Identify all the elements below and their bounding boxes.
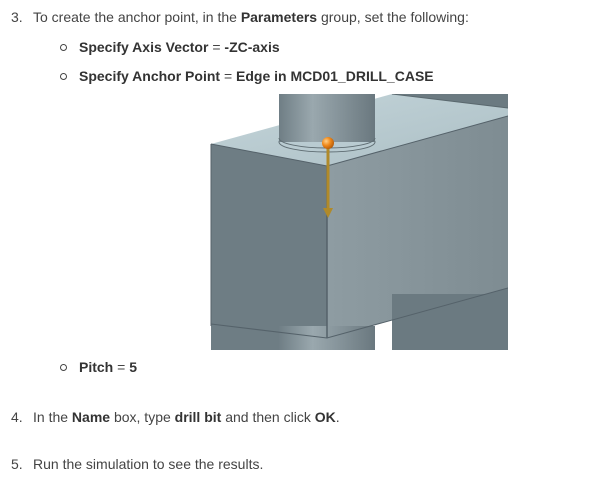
bullet-circle-icon [60, 364, 67, 371]
step-4-number: 4. [11, 409, 23, 425]
step-4: 4. In the Name box, type drill bit and t… [11, 408, 340, 426]
step-3: 3. To create the anchor point, in the Pa… [11, 8, 469, 26]
bullet-anchor-point: Specify Anchor Point = Edge in MCD01_DRI… [79, 68, 434, 84]
cad-model-view [210, 93, 509, 350]
step-5-number: 5. [11, 456, 23, 472]
anchor-point-figure [209, 93, 509, 350]
parameters-group-name: Parameters [240, 9, 318, 25]
block-front-face [211, 144, 327, 350]
step-5-text: Run the simulation to see the results. [33, 456, 264, 472]
step-5: 5. Run the simulation to see the results… [11, 455, 263, 473]
step-3-number: 3. [11, 9, 23, 25]
bullet-circle-icon [60, 73, 67, 80]
step-3-text: To create the anchor point, in the Param… [33, 9, 469, 25]
anchor-point-marker [322, 137, 334, 149]
bullet-axis-vector: Specify Axis Vector = -ZC-axis [79, 39, 280, 55]
bullet-pitch: Pitch = 5 [79, 359, 137, 375]
bullet-circle-icon [60, 44, 67, 51]
step-4-text: In the Name box, type drill bit and then… [33, 409, 340, 425]
